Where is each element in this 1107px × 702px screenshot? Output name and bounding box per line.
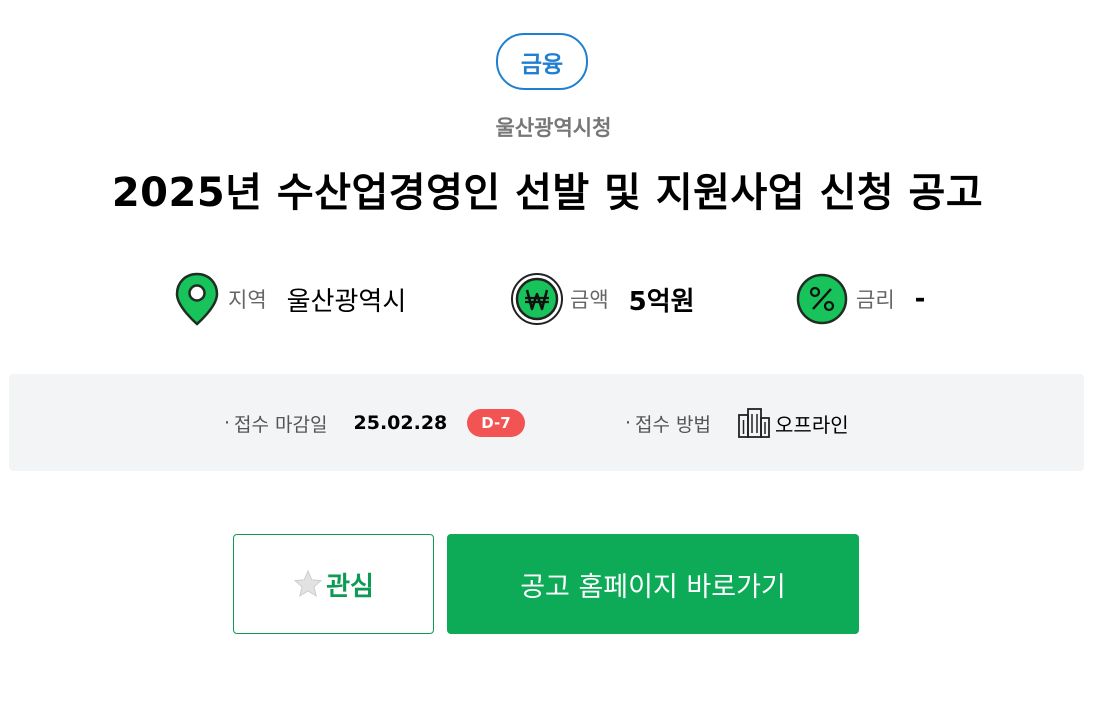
bullet: ·: [224, 412, 231, 434]
star-icon: [293, 569, 323, 599]
amount-value: 5억원: [628, 286, 695, 317]
method-label: 접수 방법: [635, 413, 712, 436]
info-region: 지역 울산광역시: [174, 270, 406, 328]
rate-label: 금리: [856, 288, 895, 312]
dday-badge: D-7: [467, 409, 525, 437]
region-value: 울산광역시: [286, 286, 407, 317]
deadline-panel: · 접수 마감일 25.02.28 D-7 · 접수 방법 오프라인: [9, 374, 1084, 471]
deadline-info: · 접수 마감일 25.02.28 D-7: [224, 408, 525, 438]
agency-name: 울산광역시청: [495, 116, 612, 140]
favorite-label: 관심: [326, 571, 374, 602]
homepage-button[interactable]: 공고 홈페이지 바로가기: [447, 534, 859, 634]
deadline-label: 접수 마감일: [234, 413, 328, 436]
percent-icon: [796, 272, 848, 326]
page-title: 2025년 수산업경영인 선발 및 지원사업 신청 공고: [111, 170, 984, 216]
deadline-date: 25.02.28: [353, 412, 448, 434]
bullet: ·: [625, 412, 632, 434]
won-icon: [510, 272, 564, 326]
map-pin-icon: [174, 272, 220, 326]
amount-label: 금액: [570, 288, 609, 312]
info-amount: 금액 5억원: [510, 270, 695, 328]
info-rate: 금리 -: [796, 270, 925, 328]
favorite-button[interactable]: 관심: [233, 534, 434, 634]
category-badge: 금융: [496, 33, 588, 90]
building-icon: [737, 407, 771, 439]
rate-value: -: [914, 284, 926, 314]
method-info: · 접수 방법 오프라인: [625, 408, 849, 438]
region-label: 지역: [228, 288, 267, 312]
method-value: 오프라인: [775, 412, 849, 437]
